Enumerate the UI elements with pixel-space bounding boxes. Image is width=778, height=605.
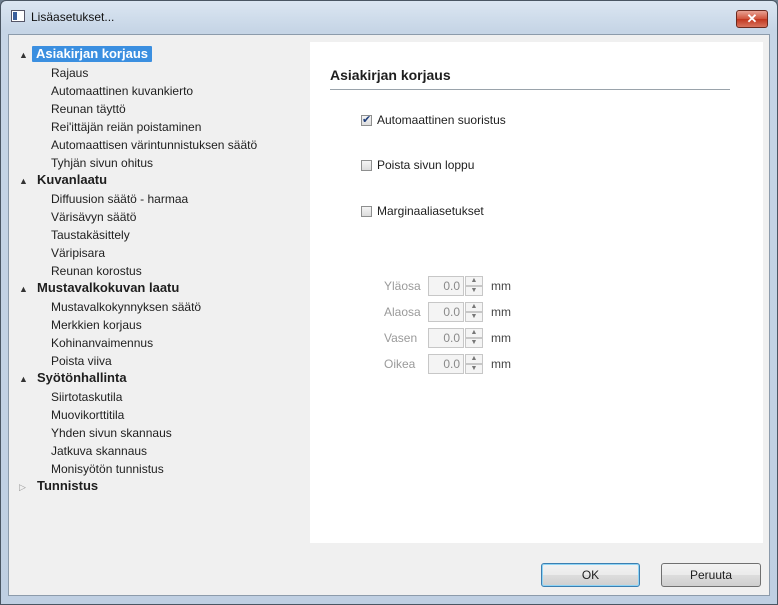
margin-label: Alaosa: [384, 305, 421, 319]
margin-value-input[interactable]: 0.0: [428, 276, 464, 296]
tree-item[interactable]: Merkkien korjaus: [51, 317, 142, 333]
app-icon: [11, 10, 25, 22]
expand-triangle-icon[interactable]: ▷: [19, 479, 26, 495]
auto-straighten-checkbox[interactable]: [361, 113, 372, 126]
tree-item[interactable]: Taustakäsittely: [51, 227, 130, 243]
tree-category[interactable]: Asiakirjan korjaus: [32, 46, 152, 62]
margin-row: Vasen 0.0 ▲ ▼ mm: [384, 328, 511, 348]
collapse-triangle-icon[interactable]: ▲: [19, 173, 28, 189]
remove-page-end-label[interactable]: Poista sivun loppu: [377, 158, 474, 172]
settings-panel: Asiakirjan korjaus Automaattinen suorist…: [310, 42, 763, 543]
tree-item[interactable]: Reunan korostus: [51, 263, 142, 279]
tree-category[interactable]: Syötönhallinta: [37, 370, 127, 386]
collapse-triangle-icon[interactable]: ▲: [19, 371, 28, 387]
margin-spinner: ▲ ▼: [465, 276, 483, 296]
margin-spinner: ▲ ▼: [465, 328, 483, 348]
margin-row: Oikea 0.0 ▲ ▼ mm: [384, 354, 511, 374]
margin-value-input[interactable]: 0.0: [428, 302, 464, 322]
close-button[interactable]: ✕: [736, 10, 768, 28]
tree-item[interactable]: Jatkuva skannaus: [51, 443, 147, 459]
auto-straighten-option[interactable]: Automaattinen suoristus: [361, 112, 506, 128]
tree-item[interactable]: Värisävyn säätö: [51, 209, 136, 225]
tree-item[interactable]: Väripisara: [51, 245, 105, 261]
panel-divider: [330, 89, 730, 90]
tree-item[interactable]: Kohinanvaimennus: [51, 335, 153, 351]
window-title: Lisäasetukset...: [31, 10, 115, 24]
collapse-triangle-icon[interactable]: ▲: [19, 47, 28, 63]
spin-down-icon[interactable]: ▼: [465, 364, 483, 374]
tree-item[interactable]: Siirtotaskutila: [51, 389, 122, 405]
settings-window: Lisäasetukset... ✕ ▲ Asiakirjan korjaus Ra…: [0, 0, 778, 605]
margin-spinner: ▲ ▼: [465, 302, 483, 322]
remove-page-end-checkbox[interactable]: [361, 159, 372, 171]
margin-row: Alaosa 0.0 ▲ ▼ mm: [384, 302, 511, 322]
collapse-triangle-icon[interactable]: ▲: [19, 281, 28, 297]
margin-settings-option[interactable]: Marginaaliasetukset: [361, 203, 484, 219]
tree-item[interactable]: Yhden sivun skannaus: [51, 425, 172, 441]
margin-unit: mm: [491, 305, 511, 319]
tree-item[interactable]: Diffuusion säätö - harmaa: [51, 191, 188, 207]
tree-item[interactable]: Tyhjän sivun ohitus: [51, 155, 153, 171]
spin-up-icon[interactable]: ▲: [465, 276, 483, 286]
tree-item[interactable]: Muovikorttitila: [51, 407, 124, 423]
cancel-button[interactable]: Peruuta: [661, 563, 761, 587]
dialog-client: ▲ Asiakirjan korjaus Rajaus Automaattinen k…: [8, 34, 770, 596]
tree-category[interactable]: Tunnistus: [37, 478, 98, 494]
margin-label: Oikea: [384, 357, 416, 371]
tree-item[interactable]: Monisyötön tunnistus: [51, 461, 164, 477]
tree-category[interactable]: Mustavalkokuvan laatu: [37, 280, 179, 296]
margin-value-input[interactable]: 0.0: [428, 354, 464, 374]
title-bar[interactable]: Lisäasetukset... ✕: [1, 1, 777, 33]
spin-up-icon[interactable]: ▲: [465, 354, 483, 364]
tree-item[interactable]: Poista viiva: [51, 353, 112, 369]
tree-category[interactable]: Kuvanlaatu: [37, 172, 107, 188]
spin-down-icon[interactable]: ▼: [465, 338, 483, 348]
settings-tree: ▲ Asiakirjan korjaus Rajaus Automaattinen k…: [9, 35, 309, 547]
margin-unit: mm: [491, 357, 511, 371]
margin-settings-checkbox[interactable]: [361, 205, 372, 217]
spin-up-icon[interactable]: ▲: [465, 302, 483, 312]
tree-item[interactable]: Reunan täyttö: [51, 101, 126, 117]
margin-unit: mm: [491, 331, 511, 345]
tree-item[interactable]: Rei'ittäjän reiän poistaminen: [51, 119, 201, 135]
margin-spinner: ▲ ▼: [465, 354, 483, 374]
tree-item[interactable]: Automaattisen värintunnistuksen säätö: [51, 137, 257, 153]
ok-button[interactable]: OK: [541, 563, 640, 587]
remove-page-end-option[interactable]: Poista sivun loppu: [361, 157, 474, 173]
margin-label: Yläosa: [384, 279, 421, 293]
margin-settings-label[interactable]: Marginaaliasetukset: [377, 204, 484, 218]
margin-unit: mm: [491, 279, 511, 293]
margin-value-input[interactable]: 0.0: [428, 328, 464, 348]
spin-down-icon[interactable]: ▼: [465, 312, 483, 322]
margin-row: Yläosa 0.0 ▲ ▼ mm: [384, 276, 511, 296]
spin-down-icon[interactable]: ▼: [465, 286, 483, 296]
panel-title: Asiakirjan korjaus: [330, 67, 451, 83]
auto-straighten-label[interactable]: Automaattinen suoristus: [377, 113, 506, 127]
margin-label: Vasen: [384, 331, 418, 345]
tree-item[interactable]: Mustavalkokynnyksen säätö: [51, 299, 201, 315]
tree-item[interactable]: Rajaus: [51, 65, 88, 81]
tree-item[interactable]: Automaattinen kuvankierto: [51, 83, 193, 99]
spin-up-icon[interactable]: ▲: [465, 328, 483, 338]
